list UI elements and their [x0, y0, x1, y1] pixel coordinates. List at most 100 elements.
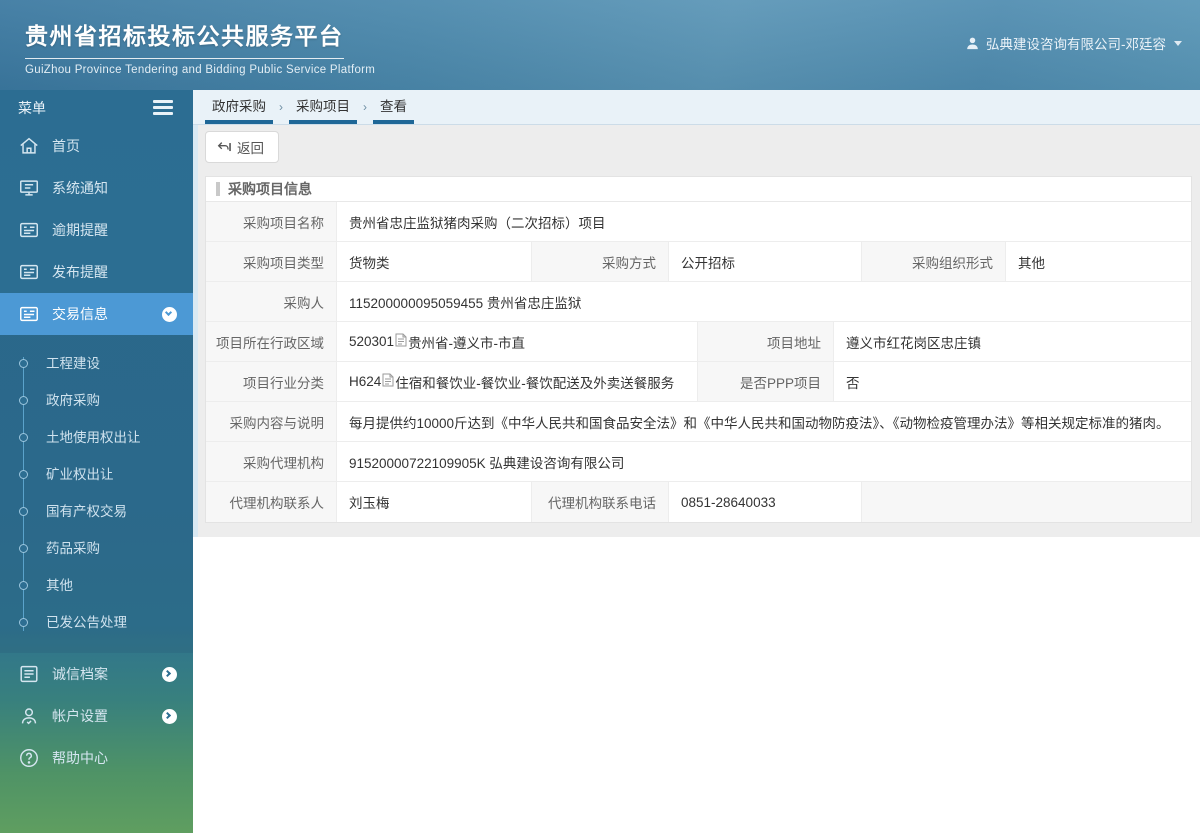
submenu-item-engineering[interactable]: 工程建设 — [0, 345, 193, 382]
brand: 贵州省招标投标公共服务平台 GuiZhou Province Tendering… — [25, 17, 375, 76]
user-name: 弘典建设咨询有限公司-邓廷容 — [986, 37, 1166, 52]
user-menu[interactable]: 弘典建设咨询有限公司-邓廷容 — [965, 33, 1182, 53]
sidebar-item-label: 逾期提醒 — [52, 222, 108, 238]
table-row: 采购内容与说明 每月提供约10000斤达到《中华人民共和国食品安全法》和《中华人… — [206, 402, 1191, 442]
panel-header: 采购项目信息 — [206, 177, 1191, 202]
panel-title: 采购项目信息 — [228, 181, 312, 197]
sidebar-item-label: 诚信档案 — [52, 666, 108, 682]
chevron-right-icon — [162, 708, 177, 724]
field-value: 公开招标 — [669, 242, 862, 281]
sidebar-item-label: 发布提醒 — [52, 264, 108, 280]
empty-cell — [862, 482, 1191, 522]
person-icon — [18, 705, 40, 727]
platform-subtitle: GuiZhou Province Tendering and Bidding P… — [25, 64, 376, 76]
breadcrumb-separator: › — [363, 100, 367, 114]
card-icon — [18, 663, 40, 685]
field-label: 代理机构联系人 — [206, 482, 337, 522]
document-icon[interactable] — [395, 333, 407, 350]
field-value: 贵州省忠庄监狱猪肉采购（二次招标）项目 — [337, 202, 1191, 241]
breadcrumb-gov-procurement[interactable]: 政府采购 — [205, 95, 273, 124]
project-info-panel: 采购项目信息 采购项目名称 贵州省忠庄监狱猪肉采购（二次招标）项目 采购项目类型… — [205, 176, 1192, 523]
region-text: 贵州省-遵义市-市直 — [408, 335, 526, 351]
table-row: 采购人 115200000095059455 贵州省忠庄监狱 — [206, 282, 1191, 322]
sidebar-item-label: 首页 — [52, 138, 80, 154]
table-row: 项目所在行政区域 520301 贵州省-遵义市-市直 项目地址 遵义市红花岗区忠… — [206, 322, 1191, 362]
back-label: 返回 — [237, 141, 264, 156]
submenu-item-drug-procurement[interactable]: 药品采购 — [0, 530, 193, 567]
table-row: 采购项目类型 货物类 采购方式 公开招标 采购组织形式 其他 — [206, 242, 1191, 282]
back-icon — [216, 140, 232, 155]
field-label: 项目行业分类 — [206, 362, 337, 401]
table-row: 采购项目名称 贵州省忠庄监狱猪肉采购（二次招标）项目 — [206, 202, 1191, 242]
field-label: 采购人 — [206, 282, 337, 321]
field-value: 其他 — [1006, 242, 1191, 281]
submenu-item-land-rights[interactable]: 土地使用权出让 — [0, 419, 193, 456]
home-icon — [18, 135, 40, 157]
field-value: 0851-28640033 — [669, 482, 862, 522]
submenu-item-other[interactable]: 其他 — [0, 567, 193, 604]
table-row: 采购代理机构 91520000722109905K 弘典建设咨询有限公司 — [206, 442, 1191, 482]
field-value: 91520000722109905K 弘典建设咨询有限公司 — [337, 442, 1191, 481]
sidebar: 菜单 首页 系统通知 逾期提醒 发布提醒 交易信息 工程建设 政府采购 土地使用… — [0, 90, 193, 833]
submenu-item-published-notices[interactable]: 已发公告处理 — [0, 604, 193, 641]
back-button[interactable]: 返回 — [205, 131, 279, 163]
field-label: 是否PPP项目 — [698, 362, 834, 401]
menu-label: 菜单 — [18, 99, 46, 116]
field-value: 520301 贵州省-遵义市-市直 — [337, 322, 698, 361]
user-icon — [965, 36, 980, 51]
sidebar-item-label: 交易信息 — [52, 306, 108, 322]
field-value: 每月提供约10000斤达到《中华人民共和国食品安全法》和《中华人民共和国动物防疫… — [337, 402, 1191, 441]
field-value: 货物类 — [337, 242, 532, 281]
card-icon — [18, 261, 40, 283]
toolbar: 返回 — [205, 131, 1192, 176]
field-value: 遵义市红花岗区忠庄镇 — [834, 322, 1191, 361]
field-label: 项目地址 — [698, 322, 834, 361]
sidebar-item-notifications[interactable]: 系统通知 — [0, 167, 193, 209]
field-label: 采购组织形式 — [862, 242, 1006, 281]
breadcrumb-separator: › — [279, 100, 283, 114]
submenu-item-state-property[interactable]: 国有产权交易 — [0, 493, 193, 530]
hamburger-icon[interactable] — [153, 97, 173, 118]
monitor-icon — [18, 177, 40, 199]
question-icon — [18, 747, 40, 769]
workspace: 返回 采购项目信息 采购项目名称 贵州省忠庄监狱猪肉采购（二次招标）项目 采购项… — [193, 125, 1200, 537]
document-icon[interactable] — [382, 373, 394, 390]
field-value: 刘玉梅 — [337, 482, 532, 522]
sidebar-item-help-center[interactable]: 帮助中心 — [0, 737, 193, 779]
caret-down-icon — [1174, 40, 1182, 46]
sidebar-item-publish-reminder[interactable]: 发布提醒 — [0, 251, 193, 293]
chevron-down-icon — [162, 306, 177, 322]
sidebar-item-overdue-reminder[interactable]: 逾期提醒 — [0, 209, 193, 251]
main-content: 政府采购 › 采购项目 › 查看 返回 采购项目信息 采购项目名称 贵州省忠庄监… — [193, 90, 1200, 833]
breadcrumb-view[interactable]: 查看 — [373, 95, 414, 124]
field-value: 115200000095059455 贵州省忠庄监狱 — [337, 282, 1191, 321]
chevron-right-icon — [162, 666, 177, 682]
industry-text: 住宿和餐饮业-餐饮业-餐饮配送及外卖送餐服务 — [395, 375, 675, 391]
sidebar-header: 菜单 — [0, 90, 193, 125]
sidebar-item-home[interactable]: 首页 — [0, 125, 193, 167]
trade-info-submenu: 工程建设 政府采购 土地使用权出让 矿业权出让 国有产权交易 药品采购 其他 已… — [0, 335, 193, 653]
field-label: 采购内容与说明 — [206, 402, 337, 441]
region-code: 520301 — [349, 334, 395, 349]
sidebar-item-label: 系统通知 — [52, 180, 108, 196]
field-label: 采购方式 — [532, 242, 669, 281]
submenu-item-gov-procurement[interactable]: 政府采购 — [0, 382, 193, 419]
top-header: 贵州省招标投标公共服务平台 GuiZhou Province Tendering… — [0, 0, 1200, 90]
table-row: 代理机构联系人 刘玉梅 代理机构联系电话 0851-28640033 — [206, 482, 1191, 522]
field-value: 否 — [834, 362, 1191, 401]
field-label: 项目所在行政区域 — [206, 322, 337, 361]
sidebar-item-account-settings[interactable]: 帐户设置 — [0, 695, 193, 737]
section-marker — [216, 182, 220, 196]
field-label: 采购项目名称 — [206, 202, 337, 241]
sidebar-item-credit-archive[interactable]: 诚信档案 — [0, 653, 193, 695]
platform-title: 贵州省招标投标公共服务平台 — [25, 17, 344, 59]
breadcrumb: 政府采购 › 采购项目 › 查看 — [193, 90, 1200, 125]
sidebar-item-trade-info[interactable]: 交易信息 — [0, 293, 193, 335]
table-row: 项目行业分类 H624 住宿和餐饮业-餐饮业-餐饮配送及外卖送餐服务 是否PPP… — [206, 362, 1191, 402]
card-icon — [18, 219, 40, 241]
field-value: H624 住宿和餐饮业-餐饮业-餐饮配送及外卖送餐服务 — [337, 362, 698, 401]
submenu-item-mining-rights[interactable]: 矿业权出让 — [0, 456, 193, 493]
sidebar-item-label: 帐户设置 — [52, 708, 108, 724]
sidebar-item-label: 帮助中心 — [52, 750, 108, 766]
breadcrumb-procurement-project[interactable]: 采购项目 — [289, 95, 357, 124]
